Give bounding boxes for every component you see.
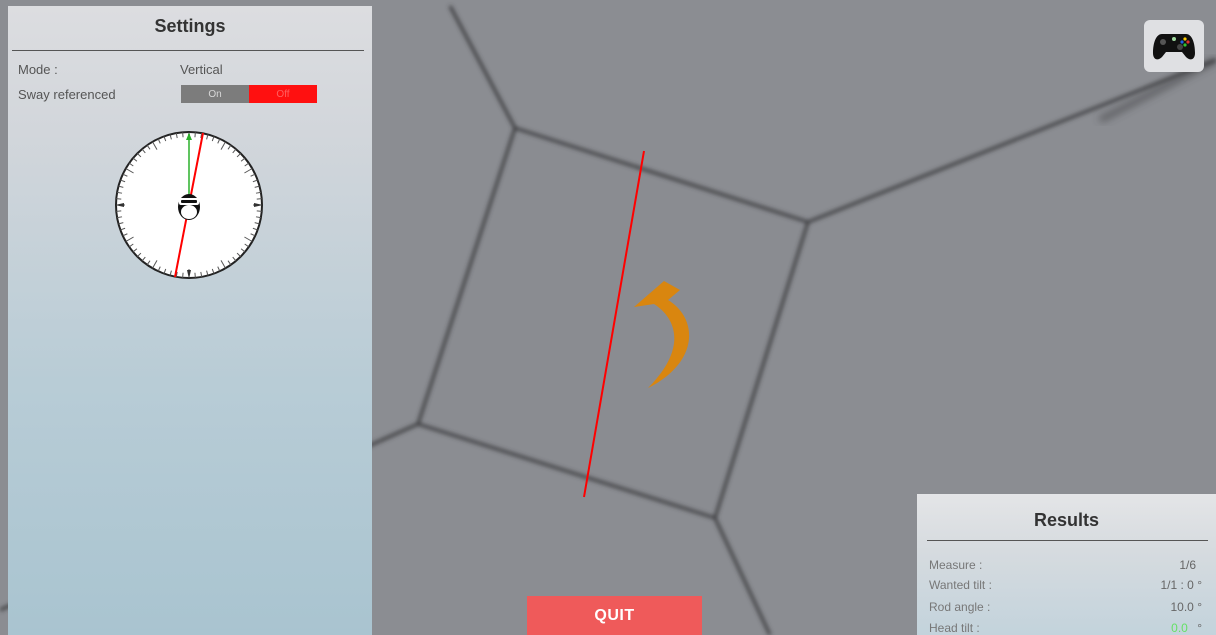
settings-title: Settings [154,16,226,36]
controller-button[interactable] [1144,20,1204,72]
quit-button[interactable]: QUIT [527,596,702,635]
head-tilt-label: Head tilt : [929,621,980,635]
measure-value: 1/6 [1179,558,1196,572]
rod-angle-value: 10.0 ° [1170,600,1203,614]
wanted-tilt-value: 1/1 : 0 ° [1160,578,1203,592]
mode-label: Mode : [18,62,58,77]
head-tilt-unit: ° [1197,621,1202,635]
sway-referenced-toggle[interactable]: On Off [181,85,317,103]
settings-panel: Settings Mode : Vertical Sway referenced… [8,6,372,635]
results-title: Results [1033,510,1100,530]
toggle-off-option[interactable]: Off [249,85,317,103]
wanted-tilt-label: Wanted tilt : [929,578,992,592]
results-panel: Results Measure : 1/6 Wanted tilt : 1/1 … [917,494,1216,635]
head-icon [178,194,200,220]
head-tilt-number: 0.0 [1171,621,1188,635]
results-divider [927,540,1208,541]
sway-referenced-label: Sway referenced [18,87,116,102]
tilt-compass-dial [115,131,263,279]
gamepad-icon [1153,34,1195,60]
toggle-on-option[interactable]: On [181,85,249,103]
mode-value: Vertical [180,62,223,77]
head-tilt-value: 0.0 ° [1171,621,1202,635]
settings-divider [12,50,364,51]
rod-angle-label: Rod angle : [929,600,991,614]
measure-label: Measure : [929,558,983,572]
